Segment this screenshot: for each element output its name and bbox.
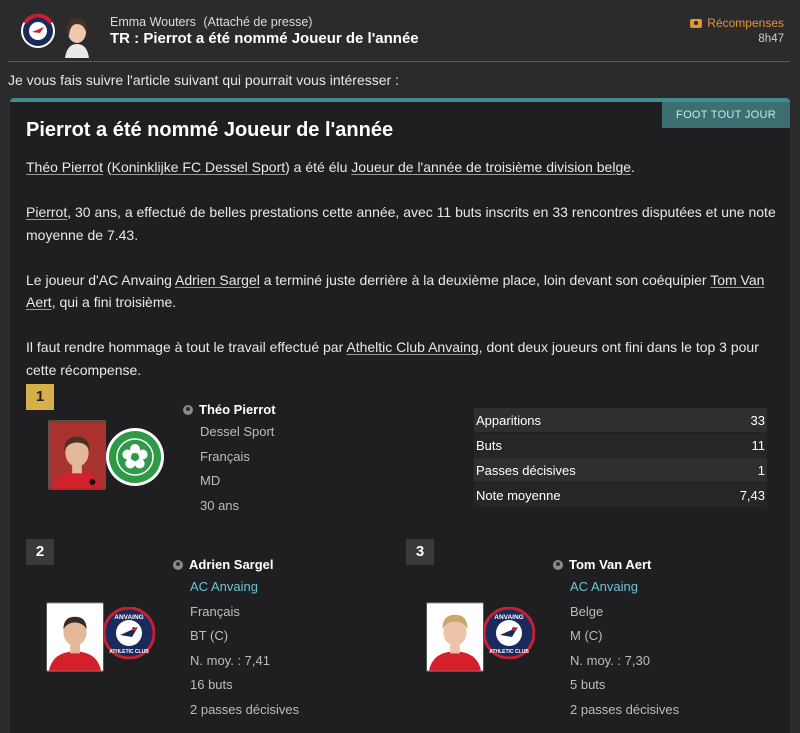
rank-badge-3: 3	[406, 539, 434, 565]
player-name: Adrien Sargel	[189, 557, 274, 572]
player-nationality: Français	[200, 448, 250, 464]
message-time: 8h47	[758, 33, 784, 45]
badge-text-bottom: ATHLETIC CLUB	[109, 649, 149, 655]
stat-value: 33	[750, 412, 765, 428]
player-name: Théo Pierrot	[199, 402, 276, 417]
player-photo-sargel[interactable]	[46, 602, 104, 672]
paragraph-4: Il faut rendre hommage à tout le travail…	[26, 336, 786, 381]
winner-name-3[interactable]: Tom Van Aert	[553, 557, 651, 572]
rewards-link[interactable]: Récompenses	[690, 16, 784, 30]
text: , qui a fini troisième.	[51, 294, 177, 310]
player-photo-pierrot[interactable]	[48, 420, 106, 490]
player-position: MD	[200, 473, 221, 488]
club-link[interactable]: Koninklijke FC Dessel Sport	[112, 159, 286, 175]
winner-info-1: Dessel Sport Français MD 30 ans	[200, 420, 274, 518]
stat-row: Buts 11	[474, 433, 767, 458]
text: Le joueur d'AC Anvaing	[26, 271, 176, 288]
stat-row: Passes décisives 1	[474, 458, 767, 483]
badge-text-top: ANVAING	[494, 614, 524, 621]
text: (	[103, 159, 112, 175]
badge-text-bottom: ATHLETIC CLUB	[489, 649, 529, 655]
stat-row: Note moyenne 7,43	[474, 483, 767, 508]
player-club[interactable]: Dessel Sport	[200, 420, 274, 445]
text: ) a été élu	[285, 159, 352, 175]
player-nationality: Français	[190, 603, 240, 619]
sender-line: Emma Wouters (Attaché de presse)	[110, 15, 312, 29]
rank-badge-2: 2	[26, 539, 54, 565]
rank-badge-1: 1	[26, 384, 54, 410]
award-link[interactable]: Joueur de l'année de troisième division …	[351, 159, 631, 175]
player-position: M (C)	[570, 628, 603, 643]
player-assists: 2 passes décisives	[570, 701, 680, 717]
sender-avatar[interactable]	[59, 12, 95, 58]
person-icon	[173, 559, 183, 570]
club-link[interactable]: Atheltic Club Anvaing	[346, 339, 478, 355]
message-subject: TR : Pierrot a été nommé Joueur de l'ann…	[110, 30, 419, 47]
player-photo-vanaert[interactable]	[426, 602, 484, 672]
winner-info-2: AC Anvaing Français BT (C) N. moy. : 7,4…	[190, 575, 299, 722]
player-position: BT (C)	[190, 628, 229, 643]
club-badge-anvaing[interactable]: ANVAING ATHLETIC CLUB	[103, 607, 155, 659]
paragraph-1: Théo Pierrot (Koninklijke FC Dessel Spor…	[26, 156, 786, 179]
message-header: Emma Wouters (Attaché de presse) TR : Pi…	[0, 0, 800, 62]
player-rating: N. moy. : 7,30	[570, 652, 650, 668]
ticket-icon	[690, 18, 703, 28]
badge-text-top: ANVAING	[114, 614, 144, 621]
article-body: Théo Pierrot (Koninklijke FC Dessel Spor…	[26, 156, 786, 404]
paragraph-3: Le joueur d'AC Anvaing Adrien Sargel a t…	[26, 269, 786, 314]
article-panel: FOOT TOUT JOUR Pierrot a été nommé Joueu…	[10, 98, 790, 733]
player-club[interactable]: AC Anvaing	[570, 575, 679, 600]
stat-value: 7,43	[739, 487, 765, 503]
stat-value: 11	[751, 437, 766, 453]
text: .	[631, 159, 635, 175]
rewards-label: Récompenses	[707, 16, 784, 30]
stat-label: Apparitions	[476, 412, 542, 428]
stat-row: Apparitions 33	[474, 408, 767, 433]
text: , 30 ans, a effectué de belles prestatio…	[26, 204, 776, 243]
stat-value: 1	[757, 462, 765, 478]
player-link[interactable]: Théo Pierrot	[26, 159, 103, 175]
paragraph-2: Pierrot, 30 ans, a effectué de belles pr…	[26, 201, 786, 246]
player-rating: N. moy. : 7,41	[190, 652, 270, 668]
intro-text: Je vous fais suivre l'article suivant qu…	[8, 72, 399, 88]
text: a terminé juste derrière à la deuxième p…	[259, 271, 711, 288]
winner-info-3: AC Anvaing Belge M (C) N. moy. : 7,30 5 …	[570, 575, 679, 722]
player-link[interactable]: Pierrot	[26, 204, 67, 220]
sender-name[interactable]: Emma Wouters	[110, 15, 196, 29]
player-link[interactable]: Adrien Sargel	[175, 272, 260, 288]
player-nationality: Belge	[570, 603, 604, 619]
player-assists: 2 passes décisives	[190, 701, 300, 717]
article-headline: Pierrot a été nommé Joueur de l'année	[26, 119, 394, 141]
player-goals: 16 buts	[190, 677, 233, 692]
club-logo[interactable]	[20, 13, 56, 49]
club-badge-dessel[interactable]	[105, 427, 165, 487]
source-tag: FOOT TOUT JOUR	[662, 102, 790, 128]
person-icon	[183, 404, 193, 415]
player-goals: 5 buts	[570, 677, 606, 692]
player-name: Tom Van Aert	[569, 557, 652, 572]
player-age: 30 ans	[200, 497, 240, 513]
stat-label: Passes décisives	[476, 462, 576, 478]
divider	[8, 61, 790, 62]
sender-role: (Attaché de presse)	[203, 15, 313, 29]
text: Il faut rendre hommage à tout le travail…	[26, 339, 347, 355]
stats-table: Apparitions 33 Buts 11 Passes décisives 1 N…	[474, 408, 767, 508]
stat-label: Note moyenne	[476, 487, 561, 503]
club-badge-anvaing[interactable]: ANVAING ATHLETIC CLUB	[483, 607, 535, 659]
stat-label: Buts	[476, 437, 503, 453]
winner-name-1[interactable]: Théo Pierrot	[183, 402, 276, 417]
winner-name-2[interactable]: Adrien Sargel	[173, 557, 274, 572]
player-club[interactable]: AC Anvaing	[190, 575, 299, 600]
person-icon	[553, 559, 563, 570]
